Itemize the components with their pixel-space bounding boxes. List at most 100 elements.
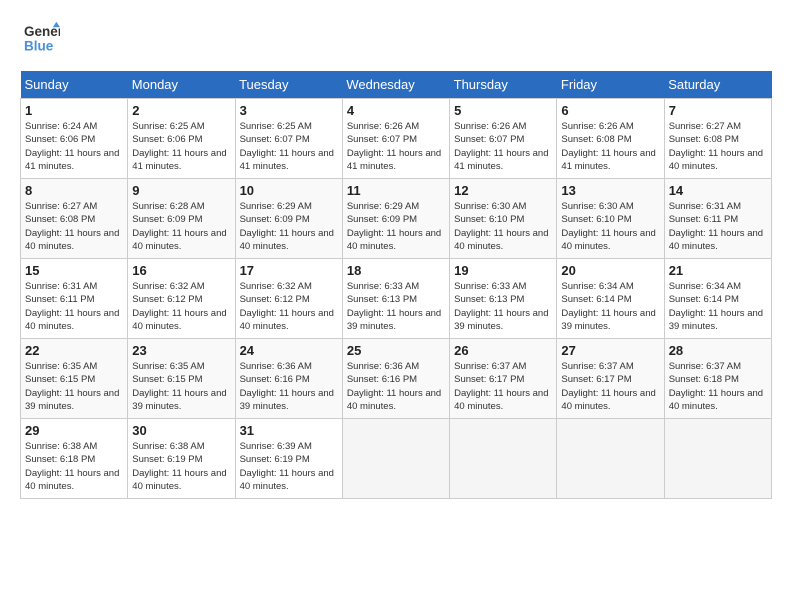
day-info: Sunrise: 6:26 AMSunset: 6:08 PMDaylight:… xyxy=(561,120,659,173)
calendar-week-row: 29Sunrise: 6:38 AMSunset: 6:18 PMDayligh… xyxy=(21,419,772,499)
day-number: 26 xyxy=(454,343,552,358)
calendar-day-cell: 9 Sunrise: 6:28 AMSunset: 6:09 PMDaylight… xyxy=(128,179,235,259)
day-number: 28 xyxy=(669,343,767,358)
day-info: Sunrise: 6:34 AMSunset: 6:14 PMDaylight:… xyxy=(669,280,767,333)
calendar-week-row: 8 Sunrise: 6:27 AMSunset: 6:08 PMDaylight… xyxy=(21,179,772,259)
calendar-day-cell: 6 Sunrise: 6:26 AMSunset: 6:08 PMDaylight… xyxy=(557,99,664,179)
day-number: 13 xyxy=(561,183,659,198)
calendar-day-cell: 19 Sunrise: 6:33 AMSunset: 6:13 PMDayligh… xyxy=(450,259,557,339)
day-number: 4 xyxy=(347,103,445,118)
calendar-header-row: SundayMondayTuesdayWednesdayThursdayFrid… xyxy=(21,71,772,99)
weekday-header: Friday xyxy=(557,71,664,99)
day-info: Sunrise: 6:37 AMSunset: 6:17 PMDaylight:… xyxy=(454,360,552,413)
day-number: 30 xyxy=(132,423,230,438)
day-info: Sunrise: 6:25 AMSunset: 6:07 PMDaylight:… xyxy=(240,120,338,173)
day-info: Sunrise: 6:27 AMSunset: 6:08 PMDaylight:… xyxy=(669,120,767,173)
calendar-day-cell: 7 Sunrise: 6:27 AMSunset: 6:08 PMDaylight… xyxy=(664,99,771,179)
day-info: Sunrise: 6:36 AMSunset: 6:16 PMDaylight:… xyxy=(240,360,338,413)
day-info: Sunrise: 6:33 AMSunset: 6:13 PMDaylight:… xyxy=(454,280,552,333)
day-info: Sunrise: 6:39 AMSunset: 6:19 PMDaylight:… xyxy=(240,440,338,493)
day-info: Sunrise: 6:38 AMSunset: 6:18 PMDaylight:… xyxy=(25,440,123,493)
day-number: 6 xyxy=(561,103,659,118)
day-info: Sunrise: 6:33 AMSunset: 6:13 PMDaylight:… xyxy=(347,280,445,333)
day-info: Sunrise: 6:38 AMSunset: 6:19 PMDaylight:… xyxy=(132,440,230,493)
calendar-day-cell xyxy=(342,419,449,499)
day-number: 3 xyxy=(240,103,338,118)
day-info: Sunrise: 6:24 AMSunset: 6:06 PMDaylight:… xyxy=(25,120,123,173)
calendar-day-cell xyxy=(450,419,557,499)
day-number: 23 xyxy=(132,343,230,358)
calendar-day-cell: 8 Sunrise: 6:27 AMSunset: 6:08 PMDaylight… xyxy=(21,179,128,259)
calendar-day-cell: 25 Sunrise: 6:36 AMSunset: 6:16 PMDayligh… xyxy=(342,339,449,419)
calendar-table: SundayMondayTuesdayWednesdayThursdayFrid… xyxy=(20,71,772,499)
day-info: Sunrise: 6:26 AMSunset: 6:07 PMDaylight:… xyxy=(347,120,445,173)
day-info: Sunrise: 6:28 AMSunset: 6:09 PMDaylight:… xyxy=(132,200,230,253)
calendar-week-row: 15Sunrise: 6:31 AMSunset: 6:11 PMDayligh… xyxy=(21,259,772,339)
day-number: 31 xyxy=(240,423,338,438)
day-info: Sunrise: 6:32 AMSunset: 6:12 PMDaylight:… xyxy=(132,280,230,333)
day-info: Sunrise: 6:29 AMSunset: 6:09 PMDaylight:… xyxy=(240,200,338,253)
day-number: 27 xyxy=(561,343,659,358)
day-info: Sunrise: 6:26 AMSunset: 6:07 PMDaylight:… xyxy=(454,120,552,173)
calendar-day-cell: 16 Sunrise: 6:32 AMSunset: 6:12 PMDayligh… xyxy=(128,259,235,339)
day-number: 2 xyxy=(132,103,230,118)
logo: General Blue xyxy=(20,20,60,61)
day-number: 21 xyxy=(669,263,767,278)
calendar-day-cell: 21 Sunrise: 6:34 AMSunset: 6:14 PMDayligh… xyxy=(664,259,771,339)
calendar-day-cell: 23 Sunrise: 6:35 AMSunset: 6:15 PMDayligh… xyxy=(128,339,235,419)
svg-text:Blue: Blue xyxy=(24,39,54,54)
calendar-day-cell: 18 Sunrise: 6:33 AMSunset: 6:13 PMDayligh… xyxy=(342,259,449,339)
weekday-header: Saturday xyxy=(664,71,771,99)
weekday-header: Monday xyxy=(128,71,235,99)
day-info: Sunrise: 6:29 AMSunset: 6:09 PMDaylight:… xyxy=(347,200,445,253)
calendar-day-cell: 2 Sunrise: 6:25 AMSunset: 6:06 PMDaylight… xyxy=(128,99,235,179)
calendar-day-cell: 11Sunrise: 6:29 AMSunset: 6:09 PMDayligh… xyxy=(342,179,449,259)
weekday-header: Thursday xyxy=(450,71,557,99)
calendar-day-cell: 4 Sunrise: 6:26 AMSunset: 6:07 PMDaylight… xyxy=(342,99,449,179)
day-number: 1 xyxy=(25,103,123,118)
calendar-week-row: 1 Sunrise: 6:24 AMSunset: 6:06 PMDaylight… xyxy=(21,99,772,179)
day-number: 16 xyxy=(132,263,230,278)
day-info: Sunrise: 6:35 AMSunset: 6:15 PMDaylight:… xyxy=(132,360,230,413)
calendar-day-cell: 24 Sunrise: 6:36 AMSunset: 6:16 PMDayligh… xyxy=(235,339,342,419)
calendar-day-cell: 14Sunrise: 6:31 AMSunset: 6:11 PMDayligh… xyxy=(664,179,771,259)
day-number: 22 xyxy=(25,343,123,358)
day-info: Sunrise: 6:31 AMSunset: 6:11 PMDaylight:… xyxy=(25,280,123,333)
calendar-day-cell: 27 Sunrise: 6:37 AMSunset: 6:17 PMDayligh… xyxy=(557,339,664,419)
calendar-day-cell: 31 Sunrise: 6:39 AMSunset: 6:19 PMDayligh… xyxy=(235,419,342,499)
day-number: 9 xyxy=(132,183,230,198)
day-number: 5 xyxy=(454,103,552,118)
day-number: 14 xyxy=(669,183,767,198)
day-number: 12 xyxy=(454,183,552,198)
day-info: Sunrise: 6:34 AMSunset: 6:14 PMDaylight:… xyxy=(561,280,659,333)
day-number: 10 xyxy=(240,183,338,198)
day-info: Sunrise: 6:25 AMSunset: 6:06 PMDaylight:… xyxy=(132,120,230,173)
day-number: 20 xyxy=(561,263,659,278)
day-info: Sunrise: 6:27 AMSunset: 6:08 PMDaylight:… xyxy=(25,200,123,253)
calendar-day-cell: 22 Sunrise: 6:35 AMSunset: 6:15 PMDayligh… xyxy=(21,339,128,419)
calendar-day-cell: 15Sunrise: 6:31 AMSunset: 6:11 PMDayligh… xyxy=(21,259,128,339)
day-info: Sunrise: 6:37 AMSunset: 6:17 PMDaylight:… xyxy=(561,360,659,413)
day-number: 7 xyxy=(669,103,767,118)
day-info: Sunrise: 6:36 AMSunset: 6:16 PMDaylight:… xyxy=(347,360,445,413)
day-number: 8 xyxy=(25,183,123,198)
calendar-day-cell: 26 Sunrise: 6:37 AMSunset: 6:17 PMDayligh… xyxy=(450,339,557,419)
calendar-day-cell: 5 Sunrise: 6:26 AMSunset: 6:07 PMDaylight… xyxy=(450,99,557,179)
day-number: 19 xyxy=(454,263,552,278)
calendar-day-cell: 3 Sunrise: 6:25 AMSunset: 6:07 PMDaylight… xyxy=(235,99,342,179)
day-info: Sunrise: 6:30 AMSunset: 6:10 PMDaylight:… xyxy=(454,200,552,253)
calendar-day-cell xyxy=(557,419,664,499)
calendar-day-cell: 17Sunrise: 6:32 AMSunset: 6:12 PMDayligh… xyxy=(235,259,342,339)
calendar-day-cell: 30 Sunrise: 6:38 AMSunset: 6:19 PMDayligh… xyxy=(128,419,235,499)
weekday-header: Wednesday xyxy=(342,71,449,99)
calendar-day-cell: 28Sunrise: 6:37 AMSunset: 6:18 PMDayligh… xyxy=(664,339,771,419)
day-number: 24 xyxy=(240,343,338,358)
day-number: 18 xyxy=(347,263,445,278)
calendar-day-cell: 10 Sunrise: 6:29 AMSunset: 6:09 PMDayligh… xyxy=(235,179,342,259)
day-number: 25 xyxy=(347,343,445,358)
calendar-week-row: 22 Sunrise: 6:35 AMSunset: 6:15 PMDayligh… xyxy=(21,339,772,419)
calendar-day-cell: 12 Sunrise: 6:30 AMSunset: 6:10 PMDayligh… xyxy=(450,179,557,259)
day-info: Sunrise: 6:35 AMSunset: 6:15 PMDaylight:… xyxy=(25,360,123,413)
day-info: Sunrise: 6:32 AMSunset: 6:12 PMDaylight:… xyxy=(240,280,338,333)
calendar-day-cell: 20 Sunrise: 6:34 AMSunset: 6:14 PMDayligh… xyxy=(557,259,664,339)
